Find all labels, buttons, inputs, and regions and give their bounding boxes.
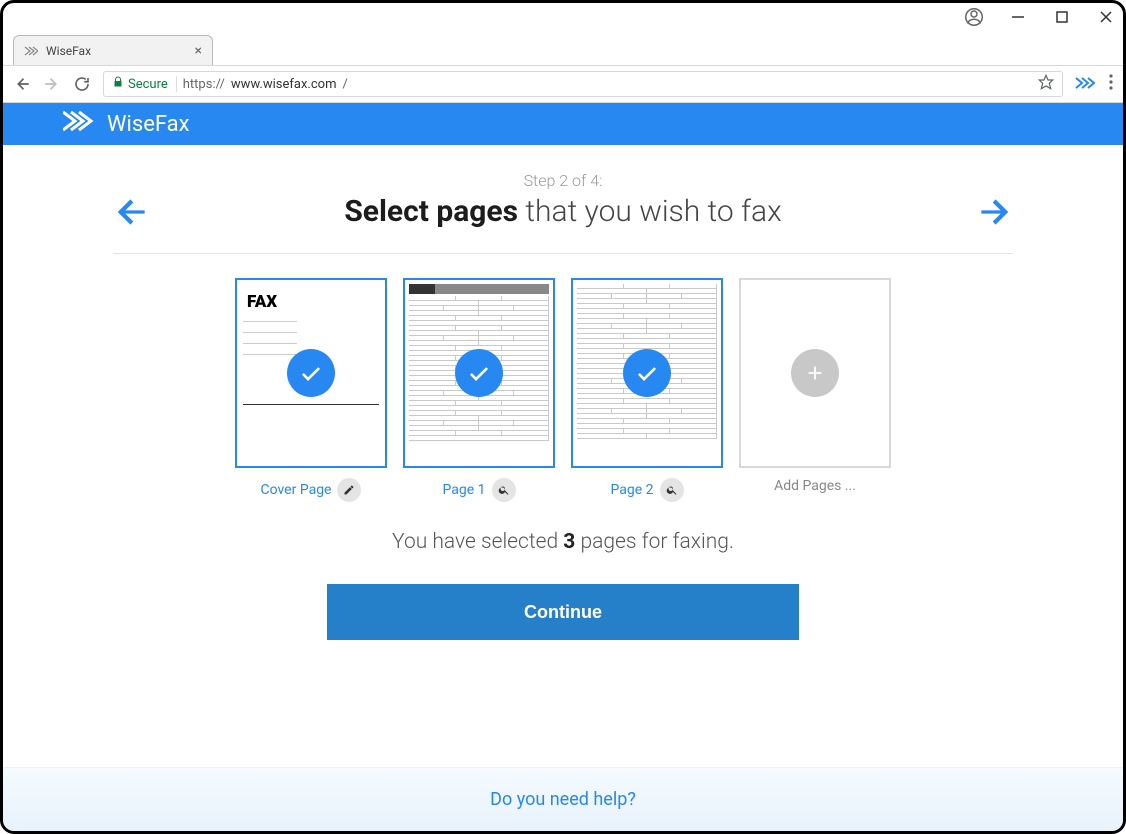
page2-label-row: Page 2 [611,478,684,502]
cover-fax-text: FAX [243,286,379,316]
page1-label[interactable]: Page 1 [443,482,486,498]
heading-row: Select pages that you wish to fax [113,194,1013,254]
zoom-page2-button[interactable] [660,478,684,502]
thumbnail-cover-page[interactable]: FAX [235,278,387,468]
address-bar: Secure https:// www.wisefax.com / [3,65,1123,103]
add-pages-label-row: Add Pages ... [774,478,856,494]
close-icon[interactable] [1097,8,1115,26]
brand-header: WiseFax [3,103,1123,145]
selected-check-icon [455,349,503,397]
tab-favicon-icon [24,44,38,58]
next-step-arrow-icon[interactable] [975,193,1013,231]
step-label: Step 2 of 4: [113,171,1013,190]
bookmark-star-icon[interactable] [1038,74,1054,94]
summary-suffix: pages for faxing. [575,530,734,554]
heading-bold: Select pages [344,194,518,229]
url-path: / [342,77,347,92]
edit-cover-button[interactable] [337,478,361,502]
forward-icon [43,75,61,93]
secure-label: Secure [128,77,168,92]
tab-strip: WiseFax × [3,31,1123,65]
summary-prefix: You have selected [392,530,563,554]
help-bar[interactable]: Do you need help? [3,767,1123,831]
help-text: Do you need help? [490,789,636,810]
lock-icon [112,76,124,92]
thumbnail-page-2[interactable] [571,278,723,468]
secure-badge: Secure [112,76,177,92]
selected-check-icon [287,349,335,397]
page1-label-row: Page 1 [443,478,516,502]
summary-count: 3 [563,530,575,554]
tab-title: WiseFax [46,44,187,58]
plus-icon [791,349,839,397]
page2-label[interactable]: Page 2 [611,482,654,498]
url-host: www.wisefax.com [231,77,337,92]
window-titlebar [3,3,1123,31]
maximize-icon[interactable] [1053,8,1071,26]
heading-rest: that you wish to fax [518,194,782,229]
thumb-page1-col: Page 1 [403,278,555,502]
selected-check-icon [623,349,671,397]
thumb-add-col: Add Pages ... [739,278,891,502]
cover-page-label[interactable]: Cover Page [261,482,332,498]
tab-close-icon[interactable]: × [195,43,202,59]
url-scheme: https:// [183,77,225,92]
reload-icon[interactable] [73,75,91,93]
main-content: Step 2 of 4: Select pages that you wish … [3,145,1123,640]
add-pages-tile[interactable] [739,278,891,468]
cover-label-row: Cover Page [261,478,362,502]
thumb-page2-col: Page 2 [571,278,723,502]
selection-summary: You have selected 3 pages for faxing. [113,530,1013,554]
page-heading: Select pages that you wish to fax [344,194,781,229]
browser-window: WiseFax × Secure https:// www.wisefax.com… [0,0,1126,834]
prev-step-arrow-icon[interactable] [113,193,151,231]
minimize-icon[interactable] [1009,8,1027,26]
url-box[interactable]: Secure https:// www.wisefax.com / [103,71,1063,97]
zoom-page1-button[interactable] [492,478,516,502]
brand-name: WiseFax [107,112,190,137]
continue-button[interactable]: Continue [327,584,799,640]
add-pages-label[interactable]: Add Pages ... [774,478,856,494]
thumbnail-page-1[interactable] [403,278,555,468]
brand-logo-icon [63,109,97,139]
thumb-cover-col: FAX Cover Page [235,278,387,502]
menu-dots-icon[interactable] [1109,74,1113,94]
back-icon[interactable] [13,75,31,93]
thumbnail-row: FAX Cover Page [113,278,1013,502]
browser-tab[interactable]: WiseFax × [13,35,213,65]
toolbar-right [1075,74,1113,94]
extension-icon[interactable] [1075,75,1095,94]
profile-icon[interactable] [965,8,983,26]
